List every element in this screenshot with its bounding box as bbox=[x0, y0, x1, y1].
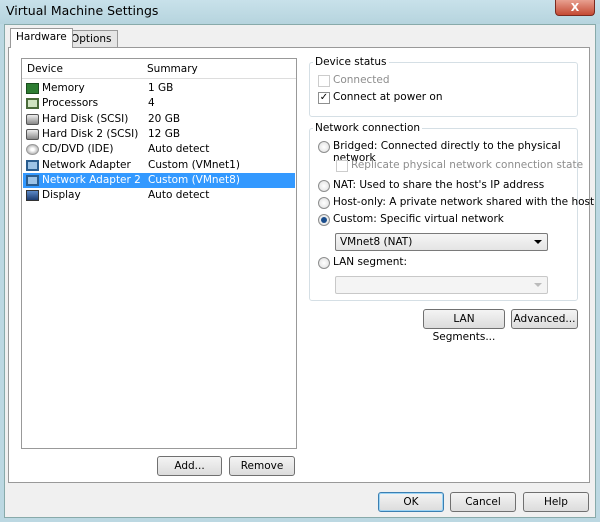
ok-button[interactable]: OK bbox=[378, 492, 444, 512]
device-name: CD/DVD (IDE) bbox=[42, 143, 114, 156]
column-summary[interactable]: Summary bbox=[147, 63, 198, 75]
connect-at-power-on-checkbox[interactable]: ✓ bbox=[318, 92, 330, 104]
custom-network-select[interactable]: VMnet8 (NAT) bbox=[335, 233, 548, 251]
nat-radio[interactable] bbox=[318, 180, 330, 192]
chevron-down-icon bbox=[534, 240, 542, 244]
cd-dvd-icon bbox=[26, 144, 39, 156]
connected-label: Connected bbox=[333, 74, 390, 86]
device-summary: Custom (VMnet8) bbox=[148, 173, 240, 186]
device-summary: Auto detect bbox=[148, 189, 210, 202]
device-list[interactable]: Device Summary Memory 1 GB Processors 4 Hard… bbox=[21, 58, 297, 449]
lan-segments-button[interactable]: LAN Segments... bbox=[423, 309, 505, 343]
cancel-button[interactable]: Cancel bbox=[450, 492, 516, 512]
device-row[interactable]: Hard Disk 2 (SCSI) 12 GB bbox=[23, 127, 295, 142]
device-row[interactable]: Network Adapter Custom (VMnet1) bbox=[23, 158, 295, 173]
remove-button[interactable]: Remove bbox=[229, 456, 295, 476]
network-connection-title: Network connection bbox=[313, 122, 423, 134]
tab-hardware[interactable]: Hardware bbox=[10, 28, 73, 48]
help-button[interactable]: Help bbox=[523, 492, 589, 512]
device-summary: 4 bbox=[148, 97, 155, 110]
device-name: Hard Disk 2 (SCSI) bbox=[42, 127, 139, 140]
device-row[interactable]: Display Auto detect bbox=[23, 188, 295, 203]
device-summary: Custom (VMnet1) bbox=[148, 158, 240, 171]
device-row[interactable]: Hard Disk (SCSI) 20 GB bbox=[23, 112, 295, 127]
device-summary: Auto detect bbox=[148, 143, 210, 156]
hard-disk-icon bbox=[26, 113, 39, 125]
device-name: Display bbox=[42, 189, 81, 202]
connected-checkbox[interactable] bbox=[318, 75, 330, 87]
add-button[interactable]: Add... bbox=[157, 456, 222, 476]
device-name: Processors bbox=[42, 97, 99, 110]
connect-at-power-on-label: Connect at power on bbox=[333, 91, 443, 103]
network-adapter-icon bbox=[26, 174, 39, 186]
lan-segment-radio[interactable] bbox=[318, 257, 330, 269]
lan-segment-select[interactable] bbox=[335, 276, 548, 294]
device-name: Network Adapter bbox=[42, 158, 131, 171]
custom-network-value: VMnet8 (NAT) bbox=[340, 236, 413, 248]
device-name: Hard Disk (SCSI) bbox=[42, 112, 129, 125]
nat-label: NAT: Used to share the host's IP address bbox=[333, 179, 545, 191]
list-header: Device Summary bbox=[22, 59, 296, 79]
lan-segment-label: LAN segment: bbox=[333, 256, 408, 268]
replicate-checkbox[interactable] bbox=[336, 160, 348, 172]
column-device[interactable]: Device bbox=[27, 63, 63, 75]
custom-radio[interactable] bbox=[318, 214, 330, 226]
window-title: Virtual Machine Settings bbox=[6, 3, 159, 18]
device-row[interactable]: Memory 1 GB bbox=[23, 81, 295, 96]
device-name: Memory bbox=[42, 82, 85, 94]
device-summary: 1 GB bbox=[148, 82, 174, 94]
device-row[interactable]: Network Adapter 2 Custom (VMnet8) bbox=[23, 172, 295, 188]
tab-options[interactable]: Options bbox=[65, 30, 118, 48]
processor-icon bbox=[26, 98, 39, 110]
device-name: Network Adapter 2 bbox=[42, 173, 141, 186]
device-summary: 12 GB bbox=[148, 127, 181, 140]
device-summary: 20 GB bbox=[148, 112, 181, 125]
advanced-button[interactable]: Advanced... bbox=[511, 309, 578, 329]
bridged-radio[interactable] bbox=[318, 141, 330, 153]
memory-icon bbox=[26, 83, 39, 94]
hard-disk-icon bbox=[26, 128, 39, 140]
chevron-down-icon bbox=[534, 283, 542, 287]
host-only-label: Host-only: A private network shared with… bbox=[333, 196, 595, 208]
custom-label: Custom: Specific virtual network bbox=[333, 213, 504, 225]
device-row[interactable]: Processors 4 bbox=[23, 96, 295, 111]
host-only-radio[interactable] bbox=[318, 197, 330, 209]
device-status-group bbox=[309, 62, 578, 117]
device-status-title: Device status bbox=[313, 56, 389, 68]
device-row[interactable]: CD/DVD (IDE) Auto detect bbox=[23, 142, 295, 157]
replicate-label: Replicate physical network connection st… bbox=[351, 159, 584, 171]
close-button[interactable]: X bbox=[555, 0, 595, 16]
display-icon bbox=[26, 190, 39, 202]
network-adapter-icon bbox=[26, 159, 39, 171]
